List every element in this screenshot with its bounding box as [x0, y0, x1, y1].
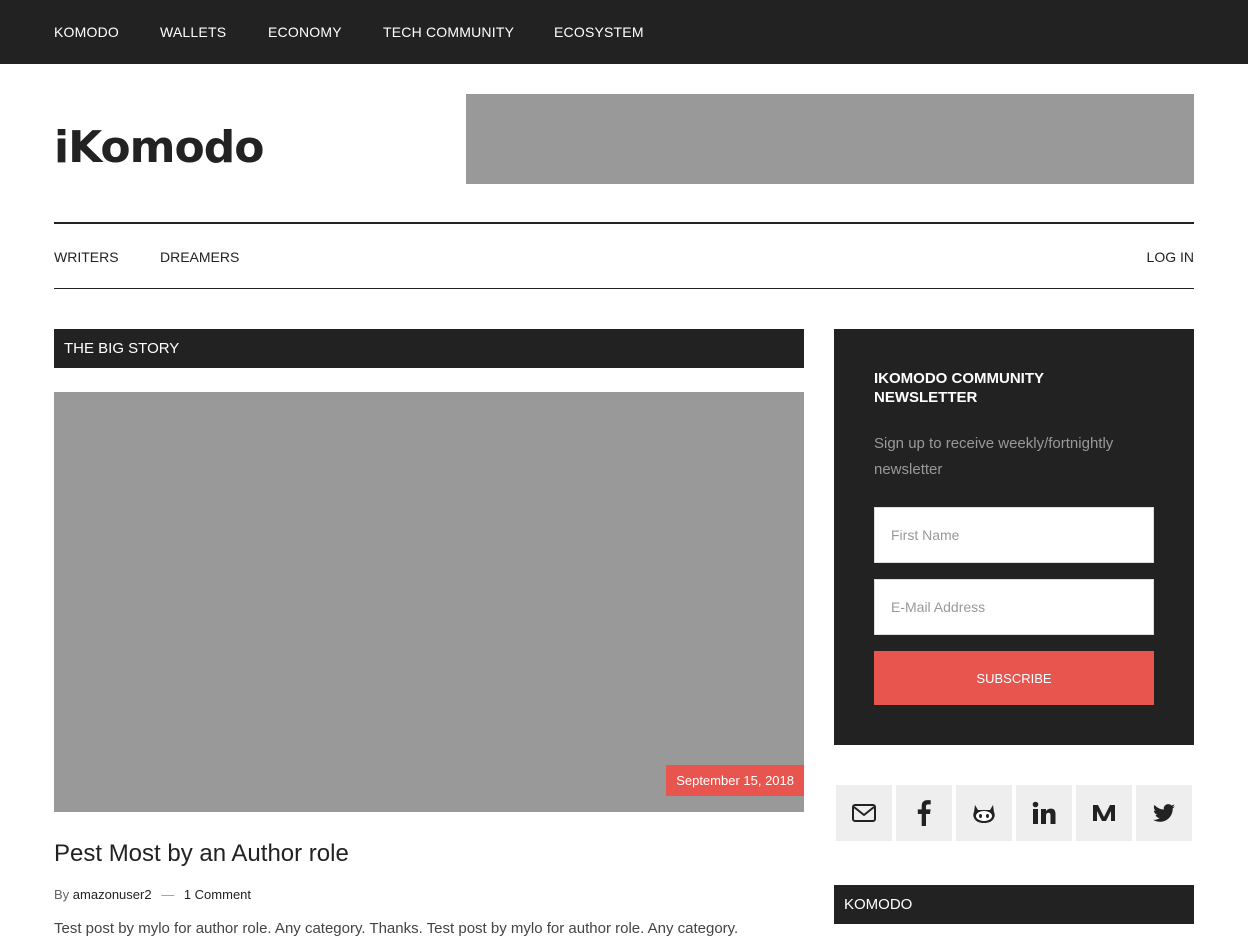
medium-icon [1093, 805, 1115, 821]
linkedin-icon-link[interactable] [1016, 785, 1072, 841]
nav-item-komodo[interactable]: KOMODO [54, 24, 119, 40]
post-meta-by: By [54, 887, 70, 902]
post-author-link[interactable]: amazonuser2 [73, 887, 152, 902]
facebook-icon-link[interactable] [896, 785, 952, 841]
first-name-input[interactable] [874, 507, 1154, 563]
twitter-icon-link[interactable] [1136, 785, 1192, 841]
medium-icon-link[interactable] [1076, 785, 1132, 841]
newsletter-title: IKOMODO COMMUNITY NEWSLETTER [874, 370, 1044, 406]
featured-post-image[interactable]: September 15, 2018 [54, 392, 804, 812]
secondary-navigation: WRITERS DREAMERS LOG IN [54, 222, 1194, 289]
email-icon [852, 804, 876, 822]
section-header-big-story: THE BIG STORY [54, 329, 804, 368]
nav-item-wallets[interactable]: WALLETS [160, 24, 226, 40]
section-title: THE BIG STORY [64, 340, 180, 357]
newsletter-description: Sign up to receive weekly/fortnightly ne… [874, 435, 1114, 478]
nav-item-tech-community[interactable]: TECH COMMUNITY [383, 24, 514, 40]
github-icon-link[interactable] [956, 785, 1012, 841]
subscribe-button[interactable]: SUBSCRIBE [874, 651, 1154, 705]
post-meta-separator: — [161, 887, 175, 902]
linkedin-icon [1032, 801, 1056, 824]
facebook-icon [917, 800, 931, 826]
email-address-input[interactable] [874, 579, 1154, 635]
nav-item-writers[interactable]: WRITERS [54, 249, 119, 265]
twitter-icon [1153, 804, 1175, 822]
post-comments-link[interactable]: 1 Comment [184, 887, 251, 902]
nav-item-ecosystem[interactable]: ECOSYSTEM [554, 24, 644, 40]
nav-item-economy[interactable]: ECONOMY [268, 24, 342, 40]
sidebar-widget-header: KOMODO [834, 885, 1194, 924]
site-title[interactable]: iKomodo [54, 118, 264, 178]
post-date-badge: September 15, 2018 [666, 765, 804, 796]
widget-title: KOMODO [844, 896, 913, 913]
post-excerpt: Test post by mylo for author role. Any c… [54, 920, 739, 937]
post-meta: By amazonuser2 — 1 Comment [54, 887, 251, 903]
newsletter-widget: IKOMODO COMMUNITY NEWSLETTER Sign up to … [834, 329, 1194, 745]
email-icon-link[interactable] [836, 785, 892, 841]
login-link[interactable]: LOG IN [1147, 249, 1194, 265]
top-navigation: KOMODO WALLETS ECONOMY TECH COMMUNITY EC… [0, 0, 1248, 64]
github-icon [973, 805, 995, 823]
header-banner-image[interactable] [466, 94, 1194, 184]
post-title[interactable]: Pest Most by an Author role [54, 839, 349, 869]
nav-item-dreamers[interactable]: DREAMERS [160, 249, 239, 265]
